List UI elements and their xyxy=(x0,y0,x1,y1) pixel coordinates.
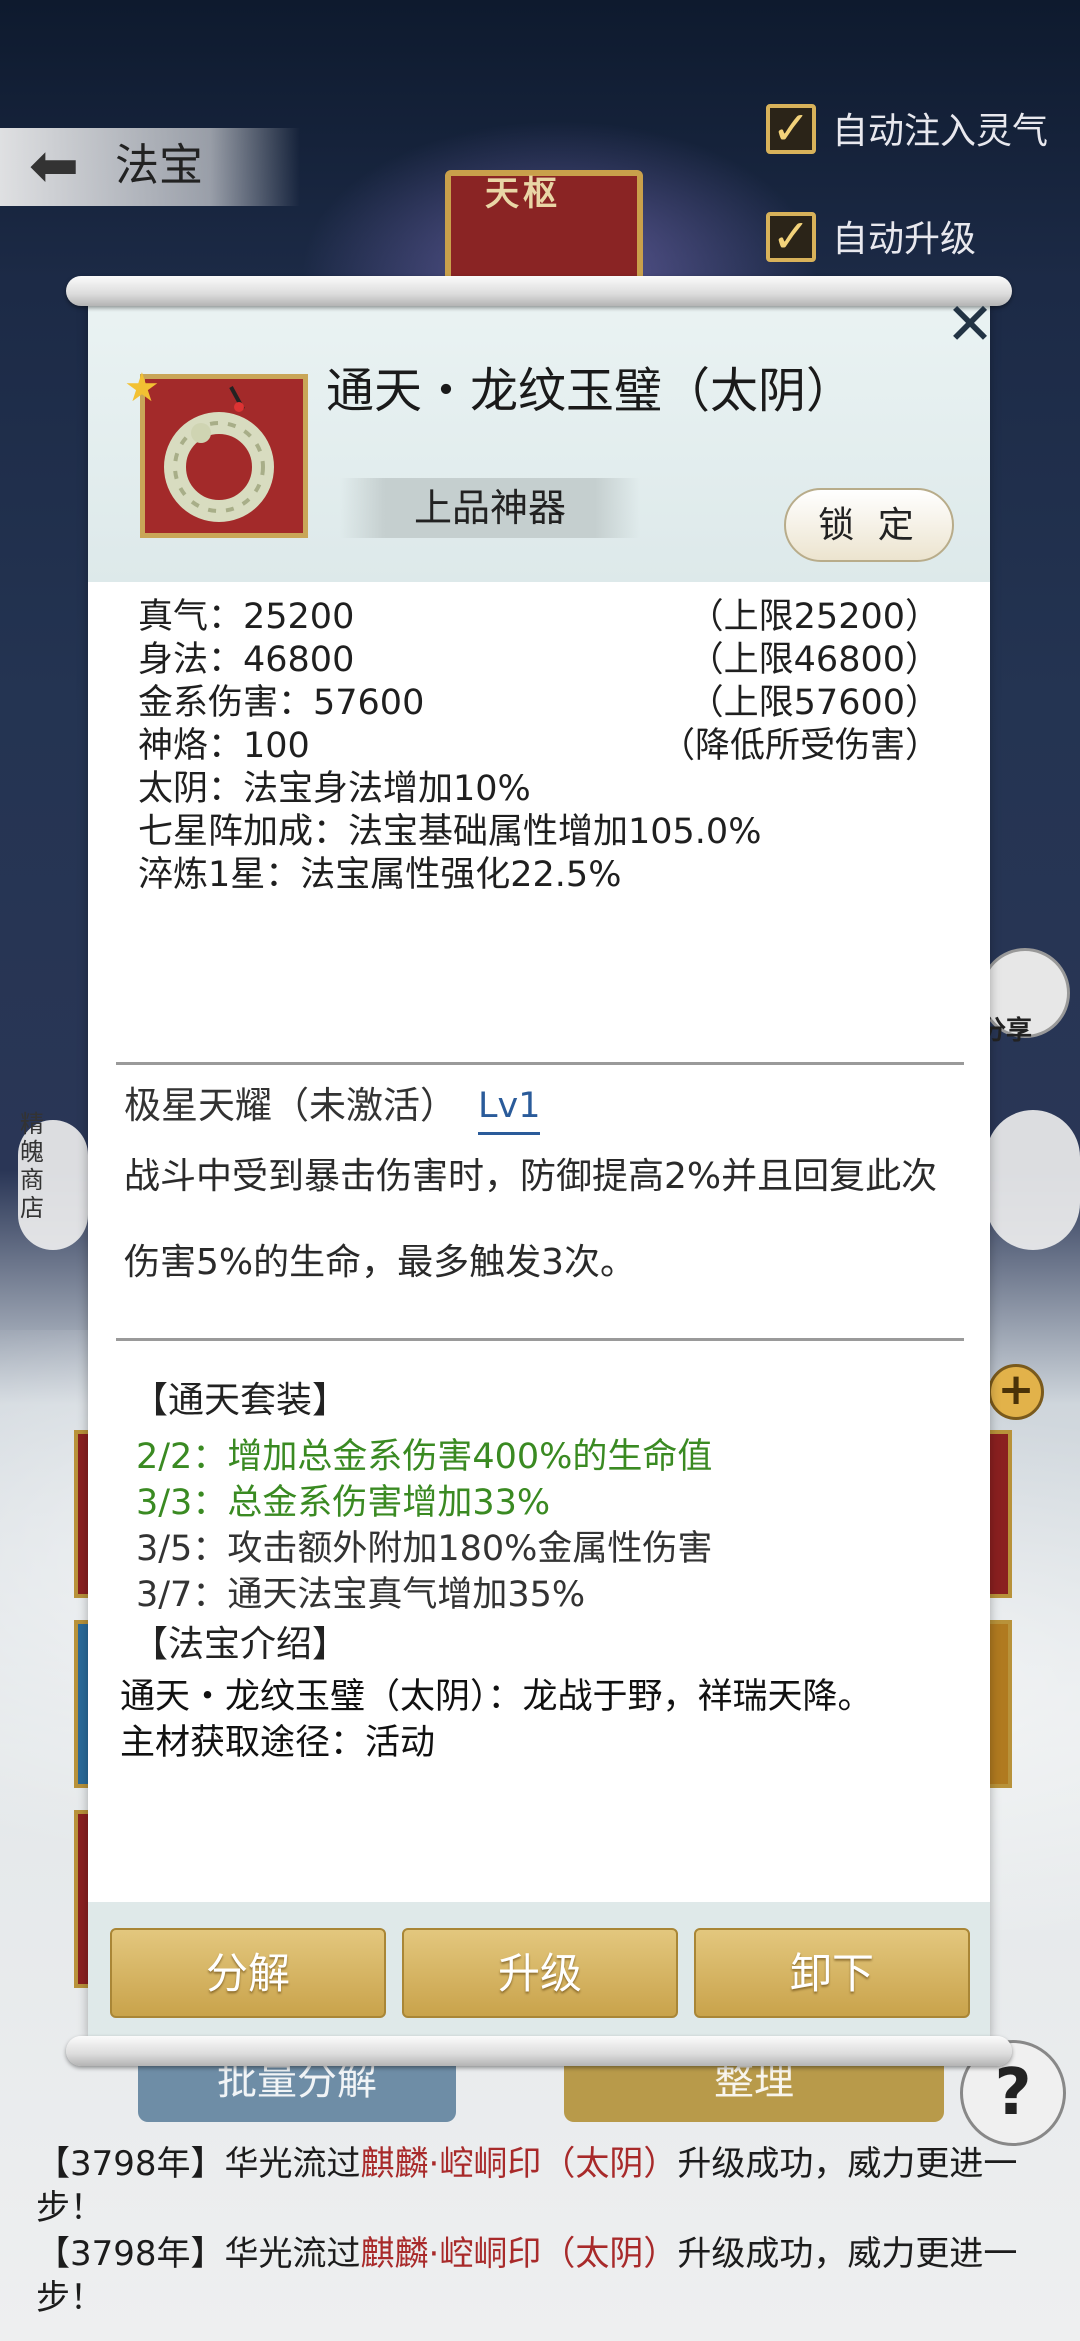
log-text: 【3798年】华光流过 xyxy=(36,2234,361,2274)
skill-level[interactable]: Lv1 xyxy=(478,1080,541,1135)
tianshu-label: 天枢 xyxy=(485,174,561,214)
back-arrow-icon[interactable]: ⬅ xyxy=(14,136,94,196)
divider xyxy=(116,1062,964,1065)
attr-shenlao: 神烙：100 xyxy=(138,726,310,766)
attr-shenfa: 身法：46800 xyxy=(138,640,355,680)
skill-description: 战斗中受到暴击伤害时，防御提高2%并且回复此次伤害5%的生命，最多触发3次。 xyxy=(124,1156,938,1283)
divider xyxy=(116,1338,964,1341)
item-icon xyxy=(140,374,308,538)
log-item-name: 麒麟·崆峒印（太阴） xyxy=(360,2234,678,2274)
shop-label: 精魄商店 xyxy=(20,1110,44,1222)
log-text: 升级成功，威力更进一 xyxy=(677,2144,1018,2184)
lock-button[interactable]: 锁 定 xyxy=(784,488,954,562)
bonus-refine: 淬炼1星：法宝属性强化22.5% xyxy=(138,855,622,895)
attr-zhenqi: 真气：25200 xyxy=(138,597,355,637)
auto-inject-label: 自动注入灵气 xyxy=(832,111,1049,152)
checkmark-icon: ✓ xyxy=(771,209,811,263)
set-effect: 3/5：攻击额外附加180%金属性伤害 xyxy=(136,1529,713,1569)
set-effect: 2/2：增加总金系伤害400%的生命值 xyxy=(136,1437,713,1477)
item-name: 通天・龙纹玉璧（太阴） xyxy=(326,363,855,419)
intro-title: 【法宝介绍】 xyxy=(132,1624,349,1665)
intro-text: 通天・龙纹玉璧（太阴）：龙战于野，祥瑞天降。 xyxy=(120,1677,873,1717)
checkmark-icon: ✓ xyxy=(771,101,811,155)
jade-disc-icon xyxy=(164,386,274,522)
add-icon[interactable]: + xyxy=(988,1364,1044,1420)
log-entry: 【3798年】华光流过麒麟·崆峒印（太阴）升级成功，威力更进一 xyxy=(36,2142,1056,2186)
log-entry-cont: 步！ xyxy=(36,2278,104,2318)
scroll-rod-top xyxy=(66,276,1012,306)
log-item-name: 麒麟·崆峒印（太阴） xyxy=(360,2144,678,2184)
log-text: 升级成功，威力更进一 xyxy=(677,2234,1018,2274)
attr-shenfa-limit: （上限46800） xyxy=(688,640,940,680)
upgrade-button[interactable]: 升级 xyxy=(402,1928,678,2018)
star-icon: ★ xyxy=(124,365,160,411)
auto-upgrade-checkbox[interactable]: ✓ xyxy=(766,212,816,262)
auto-upgrade-label: 自动升级 xyxy=(832,219,977,260)
log-entry: 【3798年】华光流过麒麟·崆峒印（太阴）升级成功，威力更进一 xyxy=(36,2232,1056,2276)
attr-shenlao-note: （降低所受伤害） xyxy=(659,726,940,766)
attr-metal-damage-limit: （上限57600） xyxy=(688,683,940,723)
set-effect: 3/7：通天法宝真气增加35% xyxy=(136,1575,586,1615)
scroll-rod-bottom xyxy=(66,2036,1012,2066)
page-title: 法宝 xyxy=(115,140,203,191)
log-entry-cont: 步！ xyxy=(36,2188,104,2228)
dragon-emblem-button[interactable] xyxy=(986,1110,1080,1250)
intro-source: 主材获取途径：活动 xyxy=(120,1723,436,1763)
log-text: 【3798年】华光流过 xyxy=(36,2144,361,2184)
close-icon[interactable]: ✕ xyxy=(940,294,1000,354)
attr-zhenqi-limit: （上限25200） xyxy=(688,597,940,637)
bonus-seven-star: 七星阵加成：法宝基础属性增加105.0% xyxy=(138,812,762,852)
attr-metal-damage: 金系伤害：57600 xyxy=(138,683,425,723)
set-effect: 3/3：总金系伤害增加33% xyxy=(136,1483,551,1523)
skill-name: 极星天耀（未激活） xyxy=(124,1084,457,1127)
auto-inject-checkbox[interactable]: ✓ xyxy=(766,104,816,154)
unequip-button[interactable]: 卸下 xyxy=(694,1928,970,2018)
bonus-taiyin: 太阴：法宝身法增加10% xyxy=(138,769,531,809)
decompose-button[interactable]: 分解 xyxy=(110,1928,386,2018)
item-grade: 上品神器 xyxy=(340,478,640,538)
set-title: 【通天套装】 xyxy=(132,1380,349,1421)
